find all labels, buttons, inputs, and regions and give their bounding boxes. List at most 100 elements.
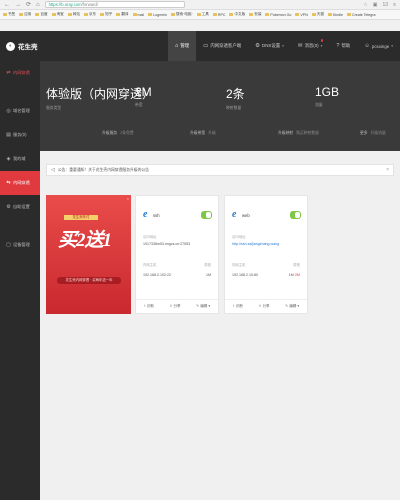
sidebar-item-label: 内网穿透: [13, 180, 30, 185]
promo-subtitle[interactable]: 花生壳内网穿透 · 买两年送一年: [57, 277, 121, 284]
bookmark-item[interactable]: 工具: [196, 12, 209, 17]
sidebar-item-label: 自助设置: [13, 204, 30, 209]
header-nav-item[interactable]: ⌂ 管理: [168, 31, 197, 61]
sidebar-item-label: 设备管理: [13, 242, 30, 247]
bookmark-label: 搜索·电脑·: [175, 12, 193, 16]
folder-icon: [83, 12, 88, 17]
mapping-toggle[interactable]: [201, 211, 212, 219]
bookmark-item[interactable]: Create Telegra: [346, 13, 376, 17]
back-icon[interactable]: ←: [4, 2, 10, 8]
header-nav-item[interactable]: ✉ 消息(0) ▾: [291, 31, 330, 61]
promo-banner[interactable]: × 花生壳年付 买2送1 花生壳内网穿透 · 买两年送一年: [46, 195, 131, 314]
bookmark-label: 安装: [254, 12, 262, 16]
bookmark-item[interactable]: 百度: [35, 12, 48, 17]
help-icon: ?: [336, 43, 340, 49]
intranet-label: 内网主机: [143, 263, 157, 267]
intranet-label: 内网主机: [232, 263, 246, 267]
bookmark-label: 书签: [8, 12, 16, 16]
forward-icon[interactable]: →: [15, 2, 21, 8]
sidebar-item[interactable]: ◎ 域名管理: [0, 99, 40, 123]
bookmark-item[interactable]: 搜索·电脑·: [170, 12, 193, 17]
bookmark-item[interactable]: 中文版: [229, 12, 245, 17]
bookmark-item[interactable]: VPN: [295, 12, 308, 17]
sidebar-item[interactable]: ⇆ 内网穿透: [0, 171, 40, 195]
bookmark-item[interactable]: 京东: [83, 12, 96, 17]
diagnose-button[interactable]: ⚕ 诊断: [233, 304, 243, 309]
folder-icon: [116, 12, 121, 17]
dns-icon: ⚙: [255, 43, 261, 49]
stat-link-secondary[interactable]: 购买映射数量: [296, 131, 319, 136]
sidebar-item[interactable]: ▤ 服务(0): [0, 123, 40, 147]
chevron-down-icon: ▾: [282, 44, 284, 48]
header-nav-item[interactable]: ⚙ DNS设置 ▾: [248, 31, 291, 61]
bookmark-item[interactable]: mail: [132, 12, 145, 17]
stat-links: 升级带宽 升级: [190, 131, 216, 136]
sidebar-item[interactable]: ⇄ 内网穿透: [0, 61, 40, 85]
bookmark-label: mail: [137, 12, 145, 17]
extensions-icon[interactable]: ▣: [373, 2, 378, 8]
home-icon[interactable]: ⌂: [36, 2, 40, 8]
reload-icon[interactable]: ⟳: [26, 1, 31, 8]
header-nav-item[interactable]: ▭ 内网穿透客户端: [196, 31, 248, 61]
share-button[interactable]: ⇪ 分享: [169, 304, 180, 309]
bookmark-item[interactable]: 天猫: [311, 12, 324, 17]
bookmark-item[interactable]: 应用: [19, 12, 31, 17]
address-bar[interactable]: https://b.oray.com/forward/: [44, 1, 185, 8]
intranet-value: 192.168.2.10:80: [232, 273, 258, 277]
folder-icon: [3, 12, 7, 17]
stat-link[interactable]: 升级带宽: [190, 131, 205, 136]
diagnose-button[interactable]: ⚕ 诊断: [144, 304, 154, 309]
stat-link[interactable]: 更多: [360, 131, 368, 136]
header-nav-item[interactable]: ☺ pcsxinge ▾: [357, 31, 400, 61]
header-nav-label: 消息(0): [304, 43, 319, 48]
edit-button[interactable]: ✎ 编辑 ▾: [285, 304, 299, 309]
bookmark-label: 知乎: [105, 12, 113, 16]
bookmark-item[interactable]: RPC: [212, 12, 226, 17]
address-value[interactable]: http://ssh.zaijiangzhang.wang: [232, 242, 279, 246]
bookmark-item[interactable]: 网站: [67, 12, 80, 17]
tab-count[interactable]: 13: [383, 2, 389, 8]
notice-bar[interactable]: ◁ 公告：重要通知！关于花生壳内网穿透服务升级的公告 ×: [46, 164, 394, 176]
bookmark-item[interactable]: 淘宝: [51, 12, 64, 17]
stat-block: 2条 映射数量: [226, 85, 245, 111]
bookmark-item[interactable]: 知乎: [100, 12, 112, 17]
bookmark-label: VPN: [300, 12, 308, 17]
header-nav-label: pcsxinge: [371, 43, 390, 49]
bookmark-item[interactable]: 翻译: [116, 12, 129, 17]
promo-close-icon[interactable]: ×: [127, 196, 129, 201]
sidebar-item-label: 服务(0): [13, 132, 27, 137]
sidebar-item[interactable]: ◈ 我的域: [0, 147, 40, 171]
stat-link-secondary[interactable]: 升级流量: [371, 131, 386, 136]
bandwidth-value: 1M·2M: [288, 273, 300, 277]
stat-link[interactable]: 升级映射: [278, 131, 293, 136]
bookmark-item[interactable]: Kindle: [327, 12, 343, 17]
stat-link[interactable]: 升级服务: [102, 131, 117, 136]
menu-icon[interactable]: ≡: [393, 2, 396, 8]
share-button[interactable]: ⇪ 分享: [258, 304, 269, 309]
header-nav-label: DNS设置: [262, 43, 281, 48]
stats-band: 体验版（内网穿透） 服务类型 2M 带宽 2条 映射数量 1GB 流量 升级服务 2条免费 升级带宽…: [40, 61, 400, 151]
app-header: ◐ 花生壳 ⌂ 管理 ▭ 内网穿透客户端 ⚙ DNS设置 ▾ ✉ 消息(0) ▾? 帮助 ☺ pcsxi…: [0, 31, 400, 61]
mapping-card: e web 访问地址 http://ssh.zaijiangzhang.wang 内网主…: [224, 195, 308, 314]
edit-button[interactable]: ✎ 编辑 ▾: [196, 304, 210, 309]
stat-block: 2M 带宽: [135, 85, 152, 108]
header-nav-label: 帮助: [341, 43, 351, 48]
stat-value: 2条: [226, 87, 245, 101]
close-icon[interactable]: ×: [386, 167, 389, 173]
mapping-toggle[interactable]: [290, 211, 301, 219]
bookmark-item[interactable]: 安装: [249, 12, 261, 17]
folder-icon: [327, 12, 332, 17]
sidebar-item[interactable]: ⚙ 自助设置: [0, 195, 40, 219]
bookmark-label: RPC: [217, 12, 226, 17]
mapping-name: web: [242, 213, 250, 218]
header-nav-item[interactable]: ? 帮助: [329, 31, 357, 61]
sidebar-item[interactable]: ▢ 设备管理: [0, 233, 40, 257]
stat-link-secondary[interactable]: 升级: [208, 131, 216, 136]
stat-link-secondary[interactable]: 2条免费: [120, 131, 134, 136]
logo[interactable]: ◐ 花生壳: [0, 41, 52, 51]
bookmark-item[interactable]: Pokemon Go: [265, 13, 291, 17]
bookmark-item[interactable]: Logmein: [148, 13, 167, 17]
bookmark-item[interactable]: 书签: [3, 12, 15, 17]
star-icon[interactable]: ☆: [363, 2, 367, 8]
card-actions: ⚕ 诊断 ⇪ 分享 ✎ 编辑 ▾: [136, 299, 218, 313]
